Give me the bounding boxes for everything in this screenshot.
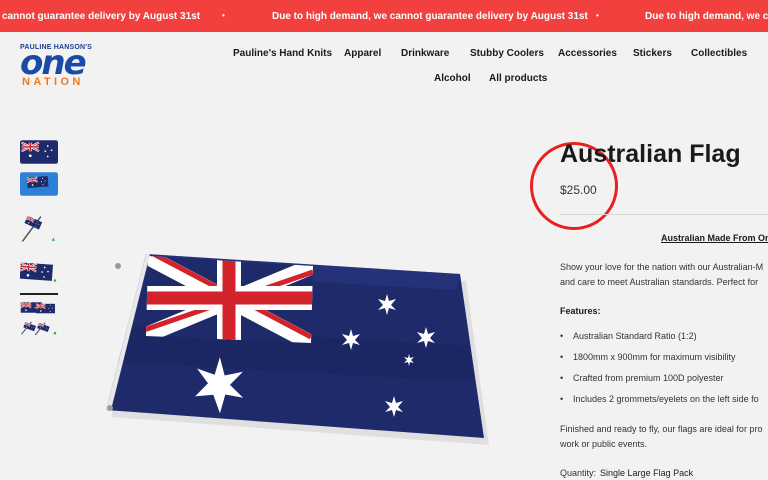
nav-item-alcohol[interactable]: Alcohol — [434, 73, 471, 84]
nav-item-apparel[interactable]: Apparel — [344, 48, 381, 59]
flag-thumbnail-image — [20, 172, 58, 196]
banner-separator: • — [596, 11, 599, 20]
thumbnail-flag-1[interactable] — [20, 140, 60, 164]
flag-thumbnail-image — [20, 140, 58, 164]
feature-text: Australian Standard Ratio (1:2) — [573, 331, 697, 341]
announcement-banner: cannot guarantee delivery by August 31st… — [0, 0, 768, 32]
made-in-link[interactable]: Australian Made From On — [661, 233, 768, 243]
nav-item-hand-knits[interactable]: Pauline's Hand Knits — [233, 48, 332, 59]
logo-sub-text: NATION — [22, 76, 84, 88]
divider — [560, 214, 768, 215]
description-line: Show your love for the nation with our A… — [560, 262, 764, 272]
product-title: Australian Flag — [560, 140, 741, 168]
nav-item-accessories[interactable]: Accessories — [558, 48, 617, 59]
features-heading: Features: — [560, 306, 601, 316]
nav-item-stickers[interactable]: Stickers — [633, 48, 672, 59]
thumbnail-flag-2[interactable] — [20, 172, 60, 196]
nav-item-stubby-coolers[interactable]: Stubby Coolers — [470, 48, 544, 59]
feature-item: • Includes 2 grommets/eyelets on the left… — [560, 394, 759, 404]
banner-separator: • — [222, 11, 225, 20]
description-line: and care to meet Australian standards. P… — [560, 277, 759, 287]
nav-item-collectibles[interactable]: Collectibles — [691, 48, 747, 59]
banner-message: Due to high demand, we ca — [645, 11, 768, 22]
flag-bundle-image — [19, 301, 57, 336]
quantity-value: Single Large Flag Pack — [600, 468, 694, 478]
feature-text: Crafted from premium 100D polyester — [573, 373, 724, 383]
feature-item: • Australian Standard Ratio (1:2) — [560, 331, 697, 341]
quantity-selector[interactable]: Quantity: Single Large Flag Pack — [560, 468, 693, 478]
australian-flag-main-image — [106, 254, 489, 445]
nav-item-all-products[interactable]: All products — [489, 73, 547, 84]
thumbnail-flag-folded[interactable] — [18, 260, 60, 284]
closing-line: work or public events. — [560, 439, 648, 449]
thumbnail-flag-on-pole[interactable] — [20, 212, 60, 246]
closing-line: Finished and ready to fly, our flags are… — [560, 424, 763, 434]
nav-item-drinkware[interactable]: Drinkware — [401, 48, 449, 59]
product-price: $25.00 — [560, 183, 597, 197]
logo-main-text: one — [20, 43, 87, 83]
thumbnail-active-indicator — [20, 293, 58, 295]
flag-thumbnail-image — [18, 261, 57, 283]
quantity-label: Quantity: — [560, 468, 597, 478]
thumbnail-flag-bundle[interactable] — [19, 300, 60, 338]
feature-item: • 1800mm x 900mm for maximum visibility — [560, 352, 736, 362]
one-nation-logo[interactable]: PAULINE HANSON'S one NATION — [20, 44, 100, 90]
banner-message: Due to high demand, we cannot guarantee … — [272, 11, 588, 22]
flag-on-pole-image — [21, 215, 55, 242]
banner-message: cannot guarantee delivery by August 31st — [2, 11, 201, 22]
feature-text: Includes 2 grommets/eyelets on the left … — [573, 394, 759, 404]
feature-item: • Crafted from premium 100D polyester — [560, 373, 724, 383]
feature-text: 1800mm x 900mm for maximum visibility — [573, 352, 736, 362]
